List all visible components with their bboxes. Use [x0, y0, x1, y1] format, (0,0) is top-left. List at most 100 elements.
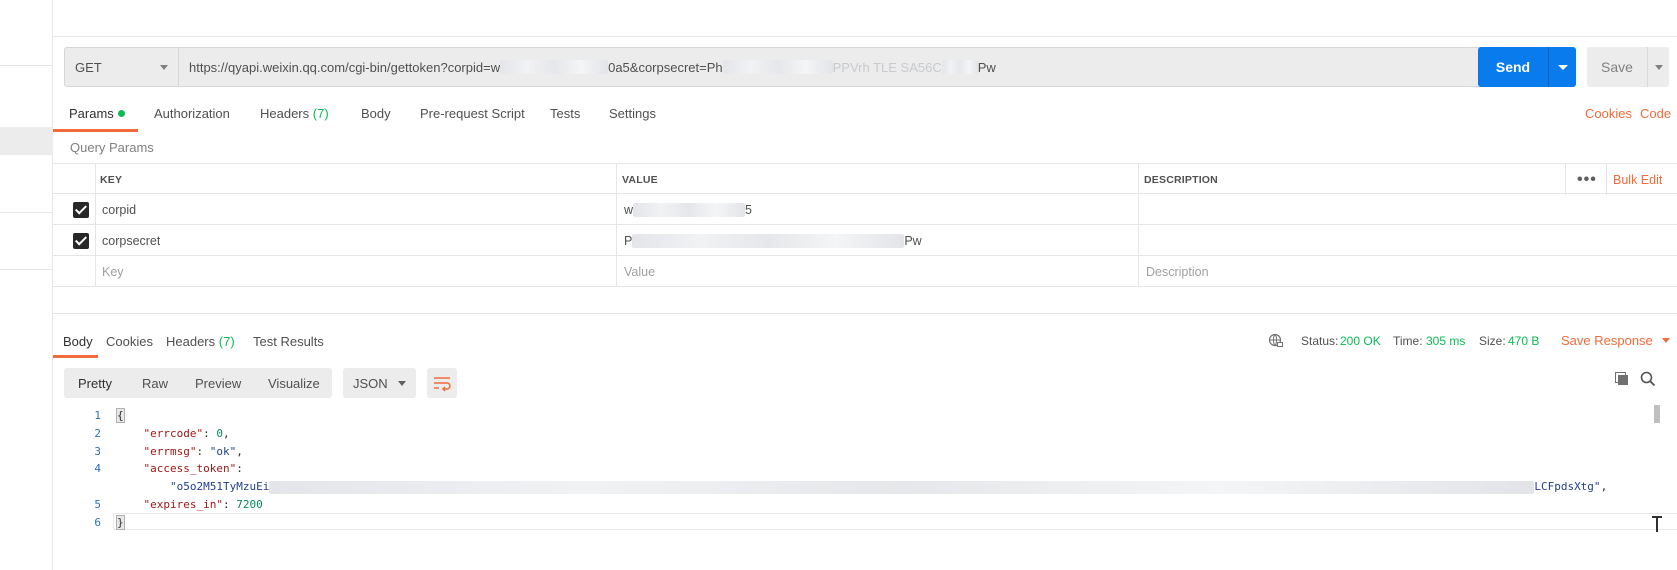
tab-params[interactable]: Params [69, 106, 125, 121]
status-value[interactable]: 200 OK [1340, 334, 1381, 348]
view-visualize[interactable]: Visualize [268, 376, 320, 391]
view-raw[interactable]: Raw [142, 376, 168, 391]
param-key[interactable]: corpsecret [102, 225, 160, 256]
more-options-icon[interactable]: ••• [1577, 164, 1597, 195]
search-icon[interactable] [1640, 371, 1656, 390]
json-number: 0 [216, 427, 223, 440]
chevron-down-icon [1662, 338, 1671, 343]
tab-response-cookies[interactable]: Cookies [106, 334, 153, 349]
column-divider [1138, 194, 1139, 225]
query-params-title: Query Params [70, 140, 154, 155]
sidebar-selected-item[interactable] [0, 127, 53, 155]
tab-body[interactable]: Body [361, 106, 391, 121]
column-divider [1138, 225, 1139, 256]
time-label: Time: [1393, 334, 1423, 348]
tab-headers[interactable]: Headers (7) [260, 106, 329, 121]
tab-pre-request-script[interactable]: Pre-request Script [420, 106, 525, 121]
table-row: corpid w 5 [53, 194, 1677, 225]
chevron-down-icon [160, 65, 168, 70]
param-key[interactable]: corpid [102, 194, 136, 225]
tab-authorization[interactable]: Authorization [154, 106, 230, 121]
bulk-edit-link[interactable]: Bulk Edit [1613, 164, 1662, 195]
send-button[interactable]: Send [1478, 47, 1576, 87]
json-string: "o5o2M51TyMzuEi [169, 480, 270, 493]
line-number: 3 [94, 445, 101, 458]
line-number: 1 [94, 409, 101, 422]
column-divider [1565, 164, 1566, 195]
row-checkbox[interactable] [73, 225, 89, 256]
tab-settings[interactable]: Settings [609, 106, 656, 121]
open-brace: { [116, 408, 125, 423]
pane-divider[interactable] [53, 313, 1677, 314]
wrap-lines-icon [434, 377, 451, 392]
tab-headers-label: Headers [260, 106, 310, 121]
row-checkbox[interactable] [73, 194, 89, 225]
format-select[interactable]: JSON [343, 368, 416, 398]
json-string: LCFpdsXtg" [1534, 480, 1601, 493]
tab-response-body[interactable]: Body [63, 334, 93, 349]
time-value[interactable]: 305 ms [1426, 334, 1465, 348]
save-split [1647, 47, 1648, 87]
param-value[interactable]: w 5 [624, 194, 752, 225]
url-mid-faint: PPVrh TLE SA56C [832, 59, 942, 75]
globe-lock-icon[interactable] [1268, 333, 1284, 352]
chevron-down-icon[interactable] [1655, 64, 1663, 70]
code-line: { [116, 408, 125, 423]
response-body-editor[interactable]: 1 2 3 4 5 6 { "errcode": 0, "errmsg": "o… [53, 405, 1677, 565]
param-value[interactable]: P Pw [624, 225, 922, 256]
line-number: 6 [94, 516, 101, 529]
save-response-label: Save Response [1561, 333, 1653, 348]
column-divider [1138, 256, 1139, 287]
active-tab-underline [53, 129, 138, 132]
json-key: "access_token" [143, 462, 237, 475]
tab-tests[interactable]: Tests [550, 106, 580, 121]
editor-scrollbar[interactable] [1654, 405, 1660, 423]
param-value-end: 5 [745, 202, 752, 217]
copy-icon[interactable] [1614, 371, 1630, 390]
column-divider [1138, 164, 1139, 195]
view-mode-segment: Pretty Raw Preview Visualize [64, 368, 332, 398]
new-description-input[interactable]: Description [1146, 256, 1209, 287]
table-row: corpsecret P Pw [53, 225, 1677, 256]
code-line: "errmsg": "ok", [143, 445, 243, 458]
chevron-down-icon[interactable] [1558, 64, 1568, 70]
new-value-input[interactable]: Value [624, 256, 655, 287]
line-number: 2 [94, 427, 101, 440]
param-value-end: Pw [904, 233, 922, 248]
json-key: "errcode" [143, 427, 204, 440]
json-string: "ok" [209, 445, 237, 458]
save-label: Save [1601, 59, 1633, 75]
column-divider [95, 256, 96, 287]
column-header-description: DESCRIPTION [1144, 173, 1218, 186]
tab-response-headers[interactable]: Headers (7) [166, 334, 235, 349]
redacted-blur [500, 60, 609, 74]
param-value-start: w [624, 202, 634, 217]
new-key-input[interactable]: Key [102, 256, 124, 287]
line-number: 5 [94, 498, 101, 511]
code-line: "errcode": 0, [143, 427, 230, 440]
code-link[interactable]: Code [1640, 106, 1671, 121]
table-header-row: KEY VALUE DESCRIPTION ••• Bulk Edit [53, 163, 1677, 195]
cookies-link[interactable]: Cookies [1585, 106, 1632, 121]
tab-strip [53, 0, 1677, 37]
url-suffix: Pw [977, 59, 996, 75]
json-key: "errmsg" [143, 445, 197, 458]
column-divider [616, 256, 617, 287]
view-preview[interactable]: Preview [195, 376, 241, 391]
view-pretty[interactable]: Pretty [78, 376, 112, 391]
redacted-blur [941, 60, 978, 74]
column-divider [616, 164, 617, 195]
url-input[interactable]: https://qyapi.weixin.qq.com/cgi-bin/gett… [179, 47, 1532, 87]
method-select[interactable]: GET [64, 47, 179, 87]
size-value[interactable]: 470 B [1508, 334, 1539, 348]
json-key: "expires_in" [143, 498, 223, 511]
save-button[interactable]: Save [1587, 47, 1669, 87]
wrap-lines-button[interactable] [427, 368, 457, 398]
redacted-blur [722, 60, 833, 74]
save-response-button[interactable]: Save Response [1561, 333, 1671, 348]
request-url-bar: GET https://qyapi.weixin.qq.com/cgi-bin/… [64, 47, 1669, 87]
column-divider [1606, 164, 1607, 195]
url-prefix: https://qyapi.weixin.qq.com/cgi-bin/gett… [189, 59, 501, 75]
tab-test-results[interactable]: Test Results [253, 334, 324, 349]
resize-handle[interactable] [1652, 516, 1662, 532]
